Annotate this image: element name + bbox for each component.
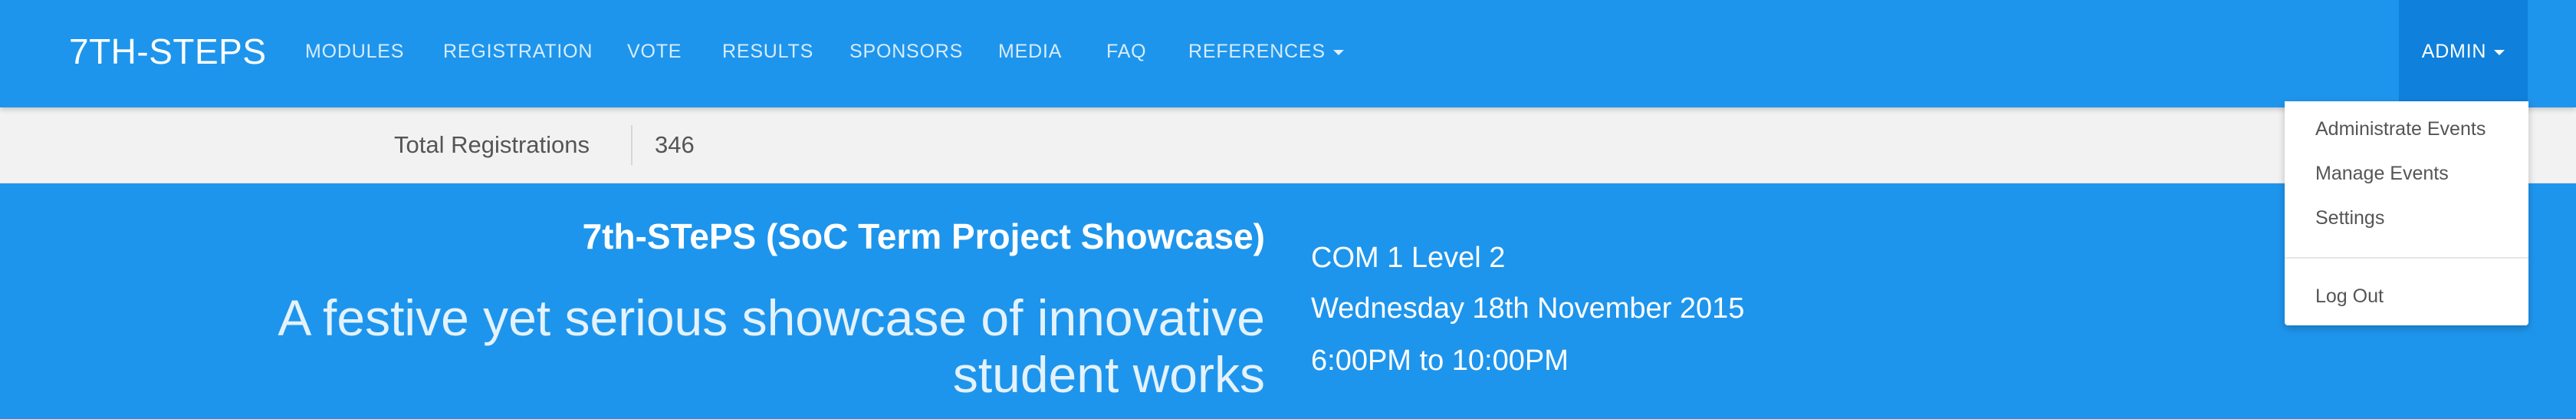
event-venue: COM 1 Level 2 xyxy=(1311,242,1506,274)
stats-divider xyxy=(631,125,632,165)
total-registrations-label: Total Registrations xyxy=(394,131,590,158)
event-description: A festive yet serious showcase of innova… xyxy=(278,289,1265,403)
menu-item-settings[interactable]: Settings xyxy=(2315,207,2384,229)
menu-item-manage-events[interactable]: Manage Events xyxy=(2315,163,2449,185)
total-registrations-value: 346 xyxy=(655,131,695,158)
admin-label: ADMIN xyxy=(2421,41,2487,62)
nav-item-faq[interactable]: FAQ xyxy=(1106,0,1146,103)
nav-item-media[interactable]: MEDIA xyxy=(998,0,1062,103)
nav-item-modules[interactable]: MODULES xyxy=(305,0,404,103)
event-hero: 7th-STePS (SoC Term Project Showcase) A … xyxy=(0,183,2576,419)
event-title: 7th-STePS (SoC Term Project Showcase) xyxy=(582,216,1265,256)
caret-down-icon xyxy=(2494,49,2505,55)
nav-item-sponsors[interactable]: SPONSORS xyxy=(849,0,963,103)
nav-item-references-label: REFERENCES xyxy=(1188,41,1326,62)
nav-item-registration[interactable]: REGISTRATION xyxy=(443,0,593,103)
page: 7TH-STEPS MODULES REGISTRATION VOTE RESU… xyxy=(0,0,2576,419)
event-date: Wednesday 18th November 2015 xyxy=(1311,292,1745,325)
caret-down-icon xyxy=(1332,49,1344,55)
event-time: 6:00PM to 10:00PM xyxy=(1311,345,1569,377)
admin-dropdown-menu: Administrate Events Manage Events Settin… xyxy=(2285,101,2528,325)
nav-item-results[interactable]: RESULTS xyxy=(722,0,813,103)
menu-divider xyxy=(2285,257,2528,259)
nav-item-vote[interactable]: VOTE xyxy=(627,0,682,103)
menu-item-log-out[interactable]: Log Out xyxy=(2315,285,2384,308)
admin-dropdown-toggle[interactable]: ADMIN xyxy=(2399,0,2528,107)
menu-item-administrate-events[interactable]: Administrate Events xyxy=(2315,118,2486,140)
top-navbar: 7TH-STEPS MODULES REGISTRATION VOTE RESU… xyxy=(0,0,2576,107)
stats-bar: Total Registrations 346 xyxy=(0,107,2576,183)
brand-logo-link[interactable]: 7TH-STEPS xyxy=(69,0,267,103)
nav-item-references[interactable]: REFERENCES xyxy=(1188,0,1344,103)
